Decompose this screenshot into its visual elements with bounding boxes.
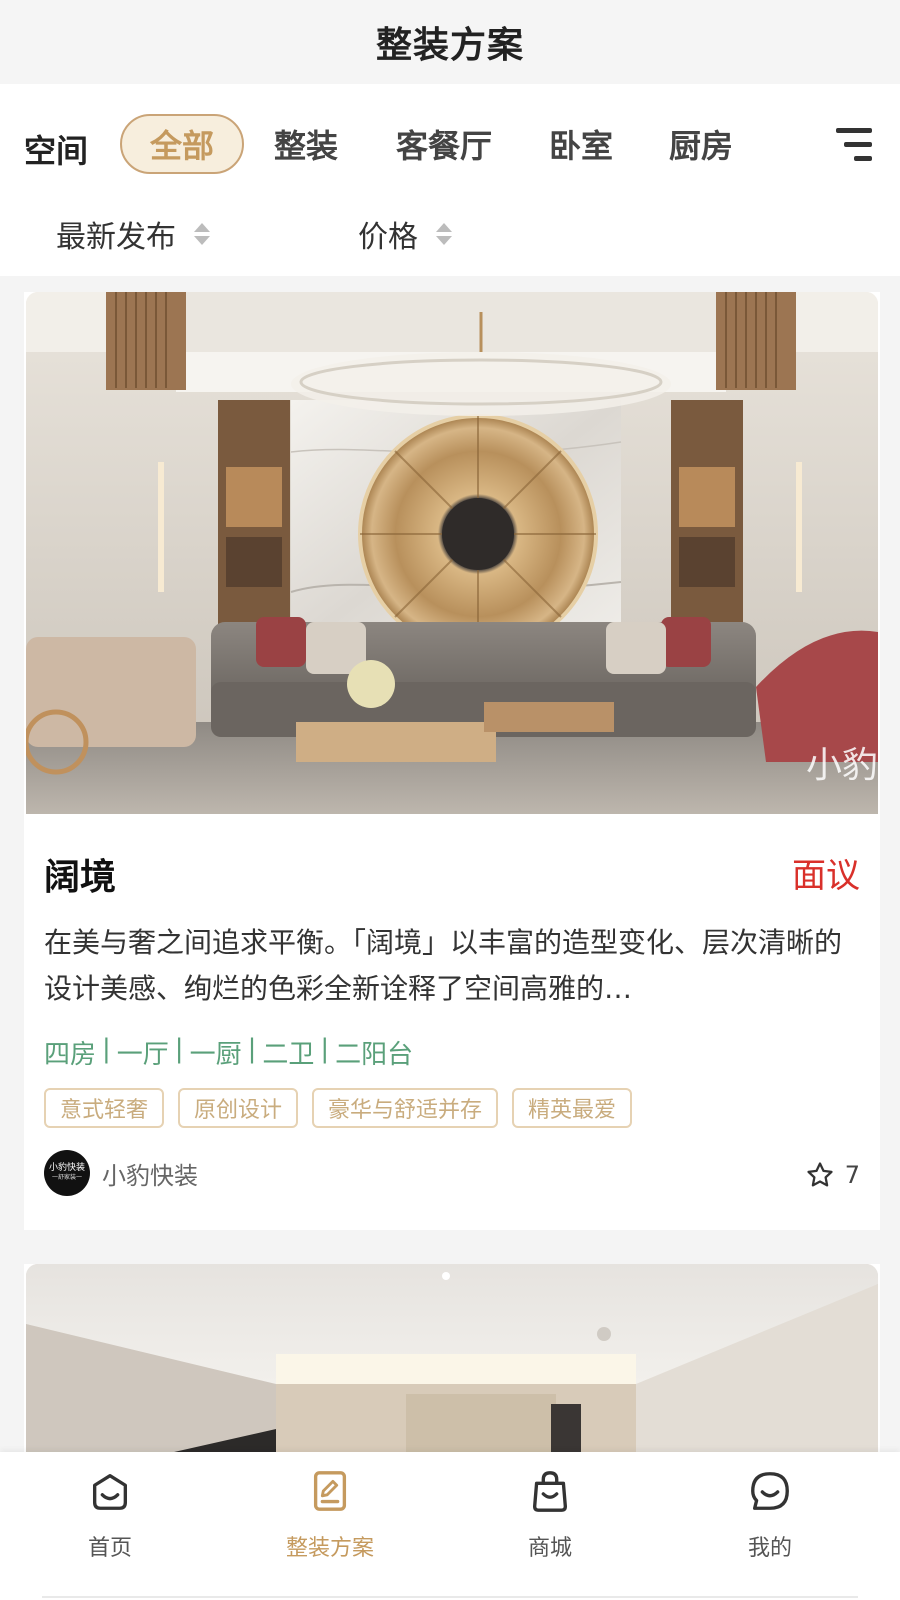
sort-row: 最新发布 价格 <box>0 204 900 258</box>
home-face-icon <box>92 1473 128 1510</box>
home-indicator <box>42 1596 858 1598</box>
plan-card-image[interactable]: 小豹 <box>26 292 878 814</box>
layout-separator: | <box>102 1034 111 1064</box>
layout-item: 一厨 <box>189 1040 242 1070</box>
plan-description: 在美与奢之间追求平衡。「阔境」以丰富的造型变化、层次清晰的设计美感、绚烂的色彩全… <box>44 926 843 1005</box>
tab-home-label: 首页 <box>87 1536 132 1561</box>
author-name: 小豹快装 <box>102 1161 198 1190</box>
tab-plans-label: 整装方案 <box>285 1536 374 1561</box>
sort-price[interactable]: 价格 <box>358 212 452 256</box>
sort-latest[interactable]: 最新发布 <box>56 212 210 256</box>
tab-mine-label: 我的 <box>747 1536 792 1561</box>
favorite-button[interactable]: 7 <box>805 1160 860 1190</box>
bottom-tab-bar: 首页 整装方案 商城 我的 <box>0 1452 900 1600</box>
style-tag: 豪华与舒适并存 <box>312 1088 499 1128</box>
layout-separator: | <box>174 1034 184 1064</box>
favorite-count: 7 <box>844 1161 860 1189</box>
chat-face-icon <box>751 1472 789 1510</box>
star-icon <box>807 1162 833 1187</box>
category-row: 空间 全部 整装 客餐厅 卧室 厨房 <box>0 114 900 176</box>
tab-plans[interactable]: 整装方案 <box>240 1466 420 1576</box>
tab-home[interactable]: 首页 <box>20 1466 200 1576</box>
style-tag: 意式轻奢 <box>44 1088 165 1128</box>
image-watermark: 小豹 <box>806 745 878 786</box>
filter-panel: 空间 全部 整装 客餐厅 卧室 厨房 最新发布 价格 <box>0 84 900 276</box>
layout-item: 一厅 <box>116 1040 169 1070</box>
sort-arrows-icon <box>194 223 210 245</box>
luxury-living-room-photo: 小豹 <box>26 292 878 814</box>
plan-layout: 四房 | 一厅 | 一厨 | 二卫 | 二阳台 <box>44 1034 413 1071</box>
tab-shop-label: 商城 <box>527 1536 572 1561</box>
style-tag: 精英最爱 <box>512 1088 633 1128</box>
sort-price-label: 价格 <box>358 220 418 255</box>
author[interactable]: 小豹快装 一舒家装一 小豹快装 <box>44 1150 198 1196</box>
plan-title: 阔境 <box>44 857 117 898</box>
page-title: 整装方案 <box>375 25 524 66</box>
avatar-logo-text: 小豹快装 <box>48 1163 85 1173</box>
category-chip-kitchen[interactable]: 厨房 <box>668 114 734 174</box>
plan-tags: 意式轻奢 原创设计 豪华与舒适并存 精英最爱 <box>44 1088 633 1128</box>
sort-arrows-icon <box>436 223 452 245</box>
category-label: 空间 <box>24 132 89 170</box>
list-filter-icon[interactable] <box>836 128 872 162</box>
style-tag: 原创设计 <box>178 1088 299 1128</box>
top-bar: 整装方案 <box>0 0 900 84</box>
layout-item: 四房 <box>44 1040 97 1070</box>
category-chip-living-dining[interactable]: 客餐厅 <box>394 114 494 174</box>
app-root: 整装方案 空间 全部 整装 客餐厅 卧室 厨房 最新发布 价格 小豹 阔境 面议… <box>0 0 900 1600</box>
plan-document-icon <box>313 1471 347 1511</box>
plan-card[interactable]: 小豹 阔境 面议 在美与奢之间追求平衡。「阔境」以丰富的造型变化、层次清晰的设计… <box>24 292 880 1230</box>
layout-item: 二卫 <box>262 1040 315 1070</box>
plan-price: 面议 <box>792 856 860 896</box>
category-chip-bedroom[interactable]: 卧室 <box>548 114 614 174</box>
shopping-bag-icon <box>532 1471 568 1512</box>
sort-latest-label: 最新发布 <box>56 220 176 255</box>
category-chip-full-decoration[interactable]: 整装 <box>272 114 340 174</box>
layout-item: 二阳台 <box>335 1040 414 1070</box>
avatar: 小豹快装 一舒家装一 <box>44 1150 90 1196</box>
avatar-logo-subtext: 一舒家装一 <box>51 1174 82 1181</box>
layout-separator: | <box>320 1034 330 1064</box>
category-chip-all[interactable]: 全部 <box>120 114 244 174</box>
tab-shop[interactable]: 商城 <box>460 1466 640 1576</box>
layout-separator: | <box>247 1034 257 1064</box>
tab-mine[interactable]: 我的 <box>680 1466 860 1576</box>
